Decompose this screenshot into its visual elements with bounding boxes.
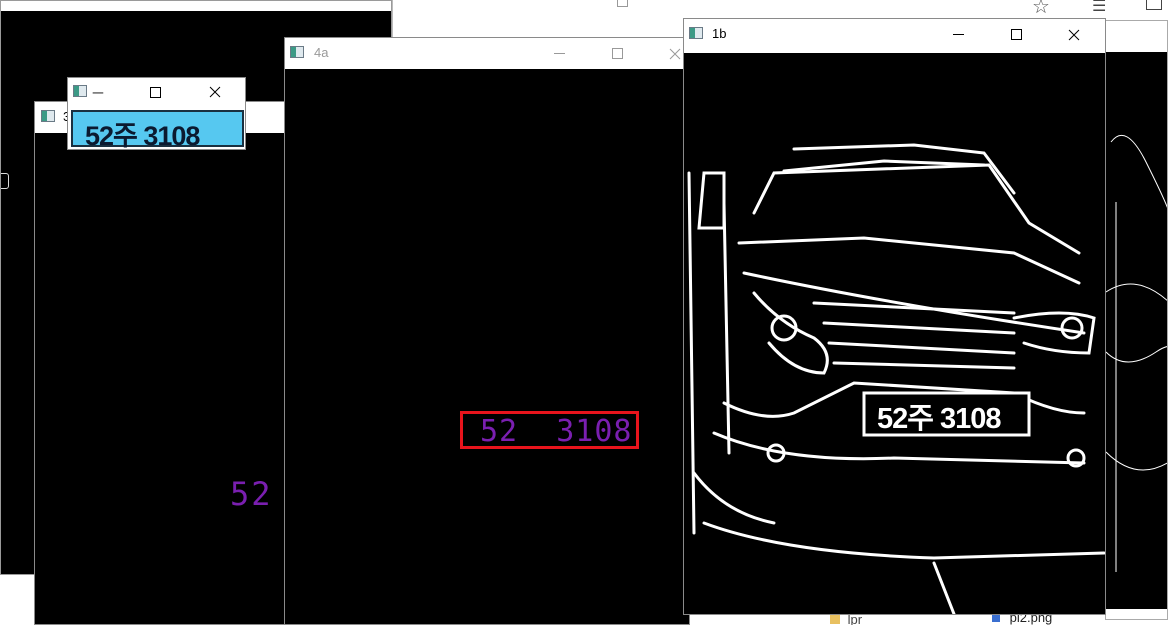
ocr-digits: 52 — [230, 475, 273, 513]
background-window-top — [392, 0, 692, 40]
window-1b: 1b 52주 3108 — [683, 18, 1106, 615]
folder-icon — [830, 615, 840, 624]
edge-window-right — [1105, 20, 1168, 620]
app-icon — [290, 46, 304, 58]
list-icon[interactable]: ☰ — [1092, 0, 1106, 16]
maximize-button[interactable] — [599, 0, 645, 17]
minimize-button[interactable] — [536, 38, 582, 69]
app-icon — [689, 27, 703, 39]
plate-image: 52주 3108 — [71, 110, 244, 150]
app-icon — [41, 110, 55, 122]
window-4a: 4a 52 3108 — [284, 37, 690, 625]
detection-box: 52 3108 — [460, 411, 639, 449]
window-title: 1b — [712, 26, 727, 41]
edge-plate-text: 52주 3108 — [877, 403, 1002, 435]
plate-text: 52주 3108 — [85, 121, 200, 150]
close-button[interactable] — [1051, 19, 1097, 50]
maximize-button[interactable] — [993, 19, 1039, 50]
app-icon — [73, 85, 87, 97]
maximize-button[interactable] — [594, 38, 640, 69]
maximize-button[interactable] — [132, 78, 178, 106]
minimize-button[interactable] — [935, 19, 981, 50]
grid-icon[interactable] — [1146, 0, 1162, 10]
edge-image — [1106, 134, 1167, 572]
window-title: ㅡ — [92, 86, 104, 101]
window-3: 3 52 — [34, 101, 286, 625]
cursor-icon — [1, 173, 9, 189]
star-icon[interactable]: ☆ — [1032, 0, 1050, 19]
detected-plate-text: 52 3108 — [480, 414, 633, 449]
close-button[interactable] — [192, 78, 238, 106]
edge-car-image — [687, 143, 1105, 614]
window-title: 4a — [314, 45, 329, 60]
plate-window: ㅡ 52주 3108 — [67, 77, 246, 150]
